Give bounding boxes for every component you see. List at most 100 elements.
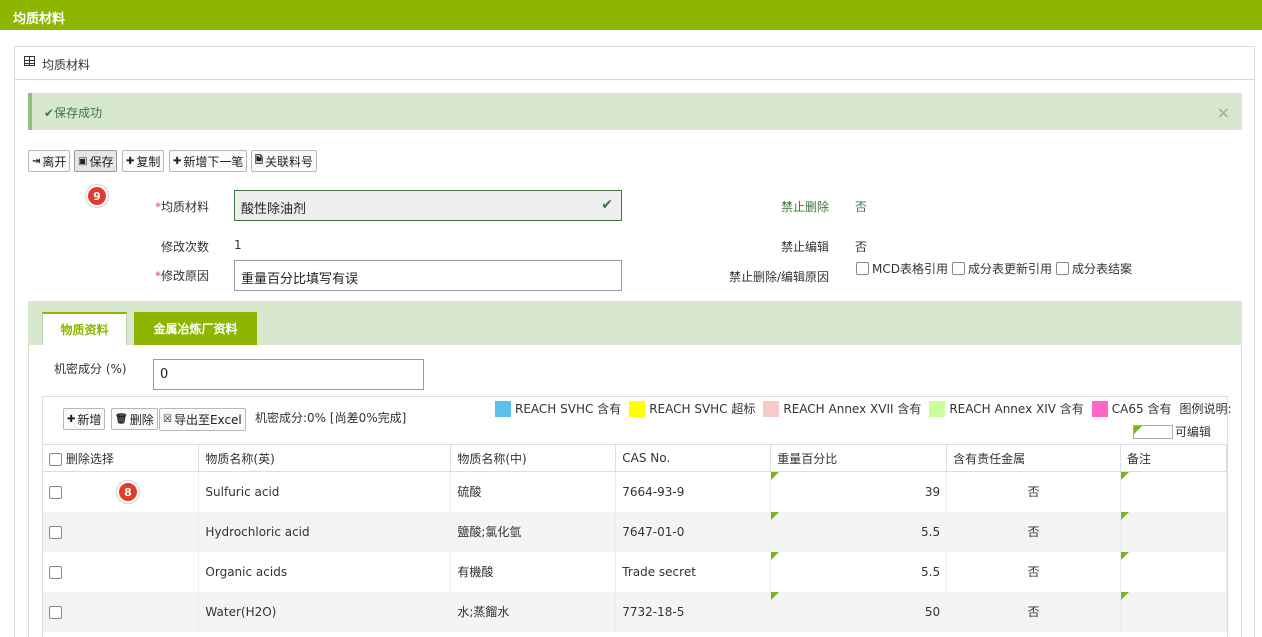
header-name-zh: 物质名称(中) <box>450 444 617 472</box>
delete-row-button[interactable]: 🗑 删除 <box>111 408 158 430</box>
revision-count-label: 修改次数 <box>160 240 209 254</box>
legend-editable: 可编辑 <box>1133 423 1211 440</box>
checkbox[interactable] <box>49 452 62 466</box>
cell-cas: 7647-01-0 <box>615 511 772 552</box>
panel-title: 均质材料 <box>42 58 91 72</box>
cell-name-en: Sulfuric acid <box>198 471 452 512</box>
lock-reason-update[interactable]: 成分表更新引用 <box>951 260 1052 277</box>
cell-weight[interactable]: 5.5 <box>770 511 948 552</box>
add-row-button[interactable]: ✚ 新增 <box>63 408 106 430</box>
header-metal: 含有责任金属 <box>946 444 1122 472</box>
leave-button[interactable]: ⇥ 离开 <box>28 150 71 172</box>
cell-weight[interactable]: 50 <box>770 591 948 632</box>
legend-item: CA65 含有 <box>1091 400 1171 417</box>
table-row: Hydrochloric acid 鹽酸;氯化氫 7647-01-0 5.5 否 <box>43 511 1227 552</box>
floppy-icon: ▣ <box>78 155 88 167</box>
check-icon: ✔ <box>44 106 55 120</box>
copy-button[interactable]: ✚ 复制 <box>122 150 165 172</box>
table-row: Sulfuric acid 硫酸 7664-93-9 39 否 <box>43 471 1227 512</box>
editable-marker <box>771 472 780 480</box>
no-edit-value: 否 <box>855 240 868 254</box>
excel-icon: ☒ <box>163 414 172 425</box>
cell-metal: 否 <box>946 511 1122 552</box>
lock-reason-closed[interactable]: 成分表结案 <box>1056 260 1132 277</box>
no-delete-label: 禁止删除 <box>780 200 829 214</box>
material-field[interactable]: 酸性除油剂 ✔ <box>234 190 622 221</box>
save-button[interactable]: ▣ 保存 <box>74 150 118 172</box>
alert-message: 保存成功 <box>54 106 103 120</box>
add-next-button[interactable]: ✚ 新增下一笔 <box>169 150 248 172</box>
header-name-en: 物质名称(英) <box>198 444 452 472</box>
no-edit-label: 禁止编辑 <box>780 240 829 254</box>
table-row: Organic acids 有機酸 Trade secret 5.5 否 <box>43 551 1227 592</box>
panel-header: 均质材料 <box>14 46 1255 80</box>
cell-name-zh: 水;蒸餾水 <box>450 591 617 632</box>
editable-marker <box>1121 551 1130 560</box>
export-excel-button[interactable]: ☒ 导出至Excel <box>159 408 246 431</box>
checkbox[interactable] <box>1056 262 1069 275</box>
legend-item: REACH Annex XVII 含有 <box>763 400 921 417</box>
app-title: 均质材料 <box>13 12 66 27</box>
cell-metal: 否 <box>946 591 1122 632</box>
confidential-input[interactable]: 0 <box>153 359 424 390</box>
tab-smelter-data[interactable]: 金属冶炼厂资料 <box>134 312 257 345</box>
success-alert: ✔保存成功 × <box>28 93 1242 130</box>
no-delete-value: 否 <box>855 200 868 214</box>
legend-item: REACH Annex XIV 含有 <box>929 400 1084 417</box>
lock-reason-mcd[interactable]: MCD表格引用 <box>856 260 948 277</box>
legend-swatch <box>1091 400 1108 417</box>
cell-cas: 7732-18-5 <box>615 591 772 632</box>
checkbox[interactable] <box>49 605 62 619</box>
cell-weight[interactable]: 5.5 <box>770 551 948 592</box>
table-row: Water(H2O) 水;蒸餾水 7732-18-5 50 否 <box>43 591 1227 632</box>
header-weight: 重量百分比 <box>770 444 948 472</box>
cell-note[interactable] <box>1120 471 1227 512</box>
reason-field[interactable]: 重量百分比填写有误 <box>234 260 622 291</box>
checkbox[interactable] <box>856 262 869 275</box>
cell-metal: 否 <box>946 551 1122 592</box>
trash-icon: 🗑 <box>115 413 128 425</box>
checkbox[interactable] <box>49 565 62 579</box>
editable-marker <box>771 551 780 560</box>
legend-item: REACH SVHC 超标 <box>629 400 755 417</box>
link-part-button[interactable]: 🗎 关联料号 <box>251 150 318 172</box>
cell-name-zh: 有機酸 <box>450 551 617 592</box>
legend-swatch <box>763 400 780 417</box>
header-delete-select[interactable]: 删除选择 <box>43 444 200 472</box>
app-title-bar: 均质材料 <box>0 0 1262 30</box>
cell-weight[interactable]: 39 <box>770 471 948 512</box>
cell-note[interactable] <box>1120 551 1227 592</box>
lock-reason-label: 禁止删除/编辑原因 <box>728 270 829 284</box>
close-icon[interactable]: × <box>1217 103 1230 122</box>
row-select[interactable] <box>43 471 200 512</box>
valid-check-icon: ✔ <box>601 197 613 213</box>
legend-item: REACH SVHC 含有 <box>495 400 621 417</box>
tab-substance-data[interactable]: 物质资料 <box>42 312 127 345</box>
editable-marker <box>1121 511 1130 520</box>
cell-note[interactable] <box>1120 511 1227 552</box>
legend-swatch <box>495 400 511 417</box>
row-select[interactable] <box>43 551 200 592</box>
plus-icon: ✚ <box>173 155 182 167</box>
editable-swatch <box>1133 424 1173 439</box>
cell-note[interactable] <box>1120 591 1227 632</box>
legend-swatch <box>929 400 946 417</box>
reason-label: *修改原因 <box>154 269 209 283</box>
header-note: 备注 <box>1120 444 1227 472</box>
row-select[interactable] <box>43 591 200 632</box>
cell-metal: 否 <box>946 471 1122 512</box>
checkbox[interactable] <box>49 525 62 539</box>
checkbox[interactable] <box>951 262 965 275</box>
cell-name-zh: 硫酸 <box>450 471 617 512</box>
confidential-label: 机密成分 (%) <box>54 362 127 376</box>
checkbox[interactable] <box>49 485 62 499</box>
table-header-row: 删除选择 物质名称(英) 物质名称(中) CAS No. 重量百分比 含有责任金… <box>43 444 1227 472</box>
substance-table: 删除选择 物质名称(英) 物质名称(中) CAS No. 重量百分比 含有责任金… <box>43 444 1227 632</box>
legend-swatch <box>629 400 646 417</box>
cell-cas: 7664-93-9 <box>615 471 772 512</box>
row-select[interactable] <box>43 511 200 552</box>
step-badge-9: 9 <box>86 185 108 207</box>
cell-cas: Trade secret <box>615 551 772 592</box>
table-icon <box>24 56 35 66</box>
legend-title: 图例说明: <box>1179 402 1232 416</box>
